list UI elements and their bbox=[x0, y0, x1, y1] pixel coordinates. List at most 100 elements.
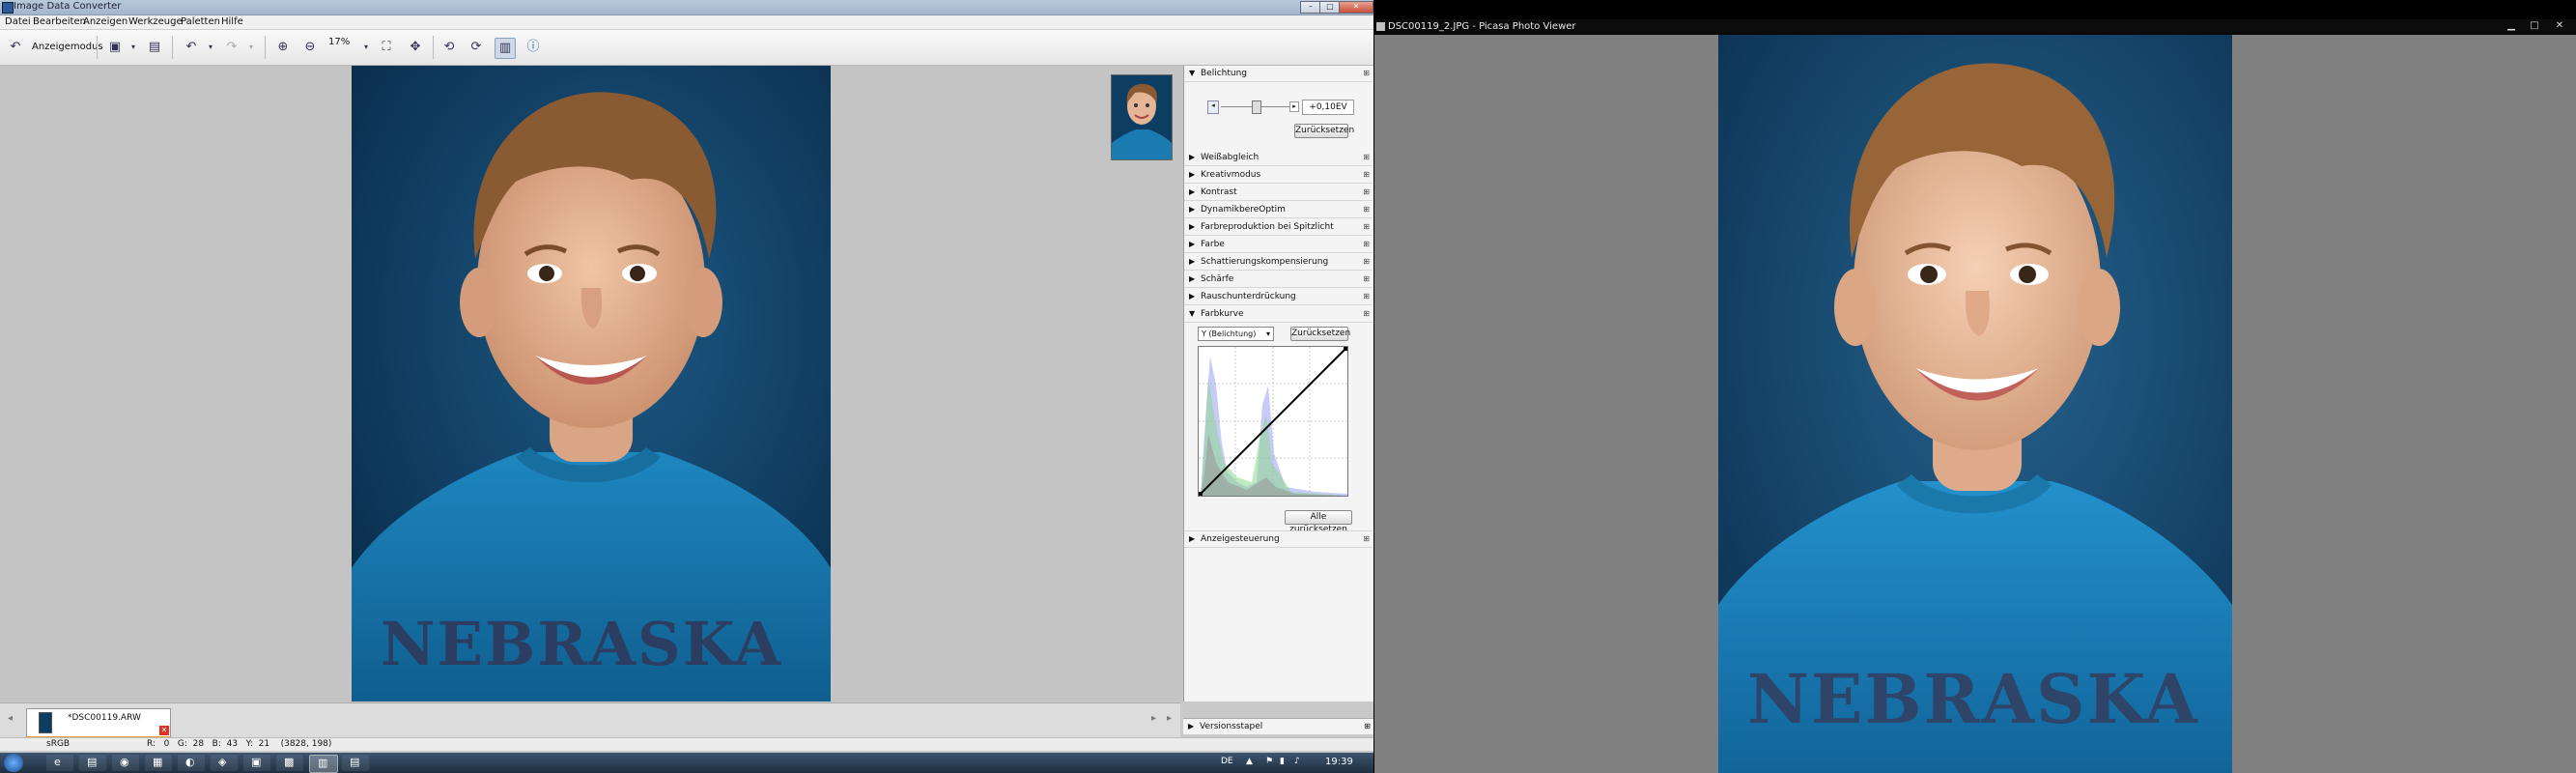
zoom-dropdown-icon[interactable]: ▾ bbox=[356, 38, 376, 57]
expand-arrow-icon[interactable]: ▶ bbox=[1189, 205, 1195, 214]
palette-menu-icon[interactable]: ⊞ bbox=[1363, 534, 1370, 543]
exposure-value-field[interactable]: +0,10EV bbox=[1302, 100, 1354, 115]
section-rauschunterdrueckung[interactable]: ▶ Rauschunterdrückung ⊞ bbox=[1184, 289, 1373, 305]
exposure-reset-button[interactable]: Zurücksetzen bbox=[1294, 124, 1354, 138]
palette-menu-icon[interactable]: ⊞ bbox=[1363, 292, 1370, 301]
palette-menu-icon[interactable]: ⊞ bbox=[1363, 153, 1370, 161]
start-button[interactable] bbox=[4, 754, 23, 772]
expand-arrow-icon[interactable]: ▶ bbox=[1189, 187, 1195, 196]
curve-channel-select[interactable]: Y (Belichtung) ▾ bbox=[1198, 327, 1274, 341]
palette-menu-icon[interactable]: ⊞ bbox=[1363, 274, 1370, 283]
minimize-button[interactable]: – bbox=[1300, 1, 1321, 14]
save-icon[interactable]: ▣ bbox=[105, 38, 125, 57]
actual-size-icon[interactable]: ✥ bbox=[406, 38, 425, 57]
scroll-left-icon[interactable]: ◂ bbox=[8, 713, 13, 724]
palette-menu-icon[interactable]: ⊞ bbox=[1363, 187, 1370, 196]
menu-hilfe[interactable]: Hilfe bbox=[221, 16, 243, 27]
collapse-arrow-icon[interactable]: ▼ bbox=[1189, 69, 1195, 77]
section-farbreproduktion[interactable]: ▶ Farbreproduktion bei Spitzlicht ⊞ bbox=[1184, 219, 1373, 236]
convert-icon[interactable]: ▤ bbox=[145, 38, 164, 57]
minimize-button[interactable]: ▁ bbox=[2505, 20, 2518, 32]
maximize-button[interactable]: □ bbox=[1319, 1, 1341, 14]
palette-menu-icon[interactable]: ⊞ bbox=[1363, 69, 1370, 77]
input-language[interactable]: DE bbox=[1221, 757, 1233, 766]
expand-arrow-icon[interactable]: ▶ bbox=[1189, 240, 1195, 248]
section-anzeigesteuerung[interactable]: ▶ Anzeigesteuerung ⊞ bbox=[1184, 530, 1373, 548]
menu-paletten[interactable]: Paletten bbox=[181, 16, 220, 27]
strip-menu-icon[interactable]: ▸ bbox=[1167, 713, 1172, 724]
taskbar-image-data-converter[interactable]: ▥ bbox=[309, 755, 338, 773]
display-mode-label[interactable]: Anzeigemodus bbox=[32, 42, 103, 52]
thumbnail-preview[interactable] bbox=[1111, 74, 1173, 160]
scroll-right-icon[interactable]: ▸ bbox=[1151, 713, 1156, 724]
palette-menu-icon[interactable]: ⊞ bbox=[1363, 205, 1370, 214]
section-versionsstapel[interactable]: ▶ Versionsstapel ⊞ bbox=[1183, 718, 1373, 734]
main-photo[interactable]: NEBRASKA bbox=[352, 66, 831, 701]
expand-arrow-icon[interactable]: ▶ bbox=[1189, 534, 1195, 543]
tray-arrow-icon[interactable]: ▲ bbox=[1246, 757, 1253, 766]
section-schaerfe[interactable]: ▶ Schärfe ⊞ bbox=[1184, 272, 1373, 288]
save-dropdown-icon[interactable]: ▾ bbox=[124, 38, 143, 57]
image-canvas[interactable]: NEBRASKA bbox=[0, 66, 1182, 701]
taskbar-picasa[interactable]: ▤ bbox=[342, 755, 369, 771]
expand-arrow-icon[interactable]: ▶ bbox=[1189, 257, 1195, 266]
section-schattierung[interactable]: ▶ Schattierungskompensierung ⊞ bbox=[1184, 254, 1373, 271]
palette-menu-icon[interactable]: ⊞ bbox=[1364, 722, 1371, 730]
zoom-level[interactable]: 17% bbox=[328, 37, 350, 47]
viewer-photo[interactable]: NEBRASKA bbox=[1718, 35, 2232, 773]
reset-all-button[interactable]: Alle zurücksetzen bbox=[1285, 510, 1352, 534]
taskbar-explorer[interactable]: ▤ bbox=[79, 755, 106, 771]
redo-dropdown-icon[interactable]: ▾ bbox=[241, 38, 261, 57]
curve-reset-button[interactable]: Zurücksetzen bbox=[1290, 327, 1350, 341]
photo-stage[interactable]: NEBRASKA bbox=[1374, 35, 2576, 773]
undo-dropdown-icon[interactable]: ▾ bbox=[201, 38, 220, 57]
title-bar[interactable]: Image Data Converter – □ ✕ bbox=[0, 0, 1373, 15]
expand-arrow-icon[interactable]: ▶ bbox=[1189, 222, 1195, 231]
flag-icon[interactable]: ⚑ bbox=[1265, 757, 1273, 766]
taskbar-app3[interactable]: ◉ bbox=[112, 755, 139, 771]
file-tab[interactable]: *DSC00119.ARW ✕ bbox=[26, 708, 171, 739]
expand-arrow-icon[interactable]: ▶ bbox=[1189, 170, 1195, 179]
info-icon[interactable]: ⓘ bbox=[524, 38, 543, 57]
network-icon[interactable]: ▮ bbox=[1280, 757, 1285, 766]
section-kreativmodus[interactable]: ▶ Kreativmodus ⊞ bbox=[1184, 167, 1373, 184]
tone-curve-editor[interactable] bbox=[1198, 346, 1348, 497]
section-kontrast[interactable]: ▶ Kontrast ⊞ bbox=[1184, 185, 1373, 201]
palette-menu-icon[interactable]: ⊞ bbox=[1363, 240, 1370, 248]
expand-arrow-icon[interactable]: ▶ bbox=[1189, 292, 1195, 301]
expand-arrow-icon[interactable]: ▶ bbox=[1188, 722, 1194, 730]
palette-menu-icon[interactable]: ⊞ bbox=[1363, 257, 1370, 266]
clock[interactable]: 19:39 bbox=[1325, 757, 1353, 767]
display-mode-icon[interactable]: ↶ bbox=[6, 38, 25, 57]
section-farbe[interactable]: ▶ Farbe ⊞ bbox=[1184, 237, 1373, 253]
redo-icon[interactable]: ↷ bbox=[222, 38, 241, 57]
zoom-out-icon[interactable]: ⊖ bbox=[300, 38, 320, 57]
exposure-increase-icon[interactable]: ▸ bbox=[1289, 101, 1299, 112]
menu-anzeigen[interactable]: Anzeigen bbox=[83, 16, 127, 27]
exposure-slider-handle[interactable] bbox=[1252, 100, 1261, 114]
taskbar-app7[interactable]: ▣ bbox=[243, 755, 270, 771]
menu-datei[interactable]: Datei bbox=[5, 16, 31, 27]
menu-bearbeiten[interactable]: Bearbeiten bbox=[33, 16, 86, 27]
taskbar-app8[interactable]: ▩ bbox=[276, 755, 303, 771]
section-belichtung[interactable]: ▼ Belichtung ⊞ bbox=[1184, 66, 1373, 82]
expand-arrow-icon[interactable]: ▶ bbox=[1189, 153, 1195, 161]
close-button[interactable]: ✕ bbox=[1339, 1, 1373, 14]
maximize-button[interactable]: □ bbox=[2528, 20, 2541, 32]
palette-menu-icon[interactable]: ⊞ bbox=[1363, 222, 1370, 231]
fit-window-icon[interactable]: ⛶ bbox=[377, 38, 396, 57]
collapse-arrow-icon[interactable]: ▼ bbox=[1189, 309, 1195, 318]
palette-menu-icon[interactable]: ⊞ bbox=[1363, 170, 1370, 179]
compare-view-icon[interactable]: ▥ bbox=[495, 38, 516, 59]
section-dynamikbereich[interactable]: ▶ DynamikbereOptim ⊞ bbox=[1184, 202, 1373, 218]
menu-werkzeuge[interactable]: Werkzeuge bbox=[128, 16, 183, 27]
title-bar[interactable]: DSC00119_2.JPG - Picasa Photo Viewer ▁ □… bbox=[1374, 19, 2576, 34]
zoom-in-icon[interactable]: ⊕ bbox=[273, 38, 293, 57]
taskbar-firefox[interactable]: ◐ bbox=[178, 755, 205, 771]
exposure-decrease-icon[interactable]: ◂ bbox=[1207, 100, 1219, 114]
expand-arrow-icon[interactable]: ▶ bbox=[1189, 274, 1195, 283]
rotate-right-icon[interactable]: ⟳ bbox=[467, 38, 486, 57]
taskbar-ie[interactable]: e bbox=[46, 755, 73, 771]
palette-menu-icon[interactable]: ⊞ bbox=[1363, 309, 1370, 318]
undo-icon[interactable]: ↶ bbox=[182, 38, 201, 57]
